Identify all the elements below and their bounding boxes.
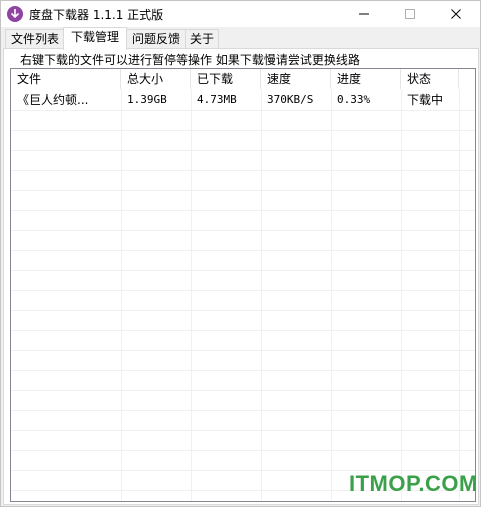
grid-line — [11, 310, 475, 311]
tab-file-list[interactable]: 文件列表 — [5, 29, 65, 49]
column-header-downloaded[interactable]: 已下载 — [191, 69, 261, 89]
grid-line — [11, 110, 475, 111]
grid-line — [11, 150, 475, 151]
tab-download-manager[interactable]: 下载管理 — [63, 27, 127, 50]
watermark-text: ITMOP.COM — [349, 471, 478, 496]
column-header-speed[interactable]: 速度 — [261, 69, 331, 89]
grid-line — [11, 230, 475, 231]
column-header-file[interactable]: 文件 — [11, 69, 121, 89]
grid-line — [11, 370, 475, 371]
close-icon — [451, 9, 461, 19]
grid-line — [11, 330, 475, 331]
cell-file-name: 《巨人约顿... — [17, 93, 89, 107]
grid-line — [11, 130, 475, 131]
tab-about[interactable]: 关于 — [185, 29, 219, 49]
grid-line — [11, 390, 475, 391]
grid-line — [11, 170, 475, 171]
grid-line — [11, 210, 475, 211]
cell-total-size: 1.39GB — [127, 93, 167, 106]
tab-feedback[interactable]: 问题反馈 — [125, 29, 187, 49]
maximize-icon — [405, 9, 415, 19]
grid-line — [11, 450, 475, 451]
download-arrow-icon — [7, 6, 23, 22]
hint-text: 右键下载的文件可以进行暂停等操作 如果下载慢请尝试更换线路 — [20, 53, 360, 67]
grid-line — [11, 350, 475, 351]
maximize-button[interactable] — [387, 1, 433, 27]
cell-progress: 0.33% — [337, 93, 371, 106]
grid-line — [11, 270, 475, 271]
cell-speed: 370KB/S — [267, 93, 314, 106]
column-header-status[interactable]: 状态 — [401, 69, 459, 89]
tab-bar: 文件列表 下载管理 问题反馈 关于 — [1, 27, 480, 50]
table-row[interactable]: 《巨人约顿... 1.39GB 4.73MB 370KB/S 0.33% 下载中 — [11, 90, 475, 110]
grid-line — [11, 290, 475, 291]
title-bar[interactable]: 度盘下载器 1.1.1 正式版 — [1, 1, 480, 27]
list-header: 文件 总大小 已下载 速度 进度 状态 — [11, 69, 475, 89]
column-header-total-size[interactable]: 总大小 — [121, 69, 191, 89]
minimize-icon — [359, 13, 369, 15]
app-window: 度盘下载器 1.1.1 正式版 文件列表 下载管理 问题反馈 关于 右键下载的文… — [0, 0, 481, 507]
download-list[interactable]: 文件 总大小 已下载 速度 进度 状态 《巨人约顿... 1.39GB 4.73… — [10, 68, 476, 502]
download-panel: 右键下载的文件可以进行暂停等操作 如果下载慢请尝试更换线路 文件 总大小 已下载… — [3, 48, 479, 505]
grid-line — [11, 430, 475, 431]
minimize-button[interactable] — [341, 1, 387, 27]
cell-downloaded: 4.73MB — [197, 93, 237, 106]
window-title: 度盘下载器 1.1.1 正式版 — [29, 8, 164, 22]
cell-status: 下载中 — [407, 93, 444, 107]
close-button[interactable] — [433, 1, 479, 27]
grid-line — [11, 410, 475, 411]
grid-line — [11, 190, 475, 191]
column-header-progress[interactable]: 进度 — [331, 69, 401, 89]
grid-line — [11, 250, 475, 251]
